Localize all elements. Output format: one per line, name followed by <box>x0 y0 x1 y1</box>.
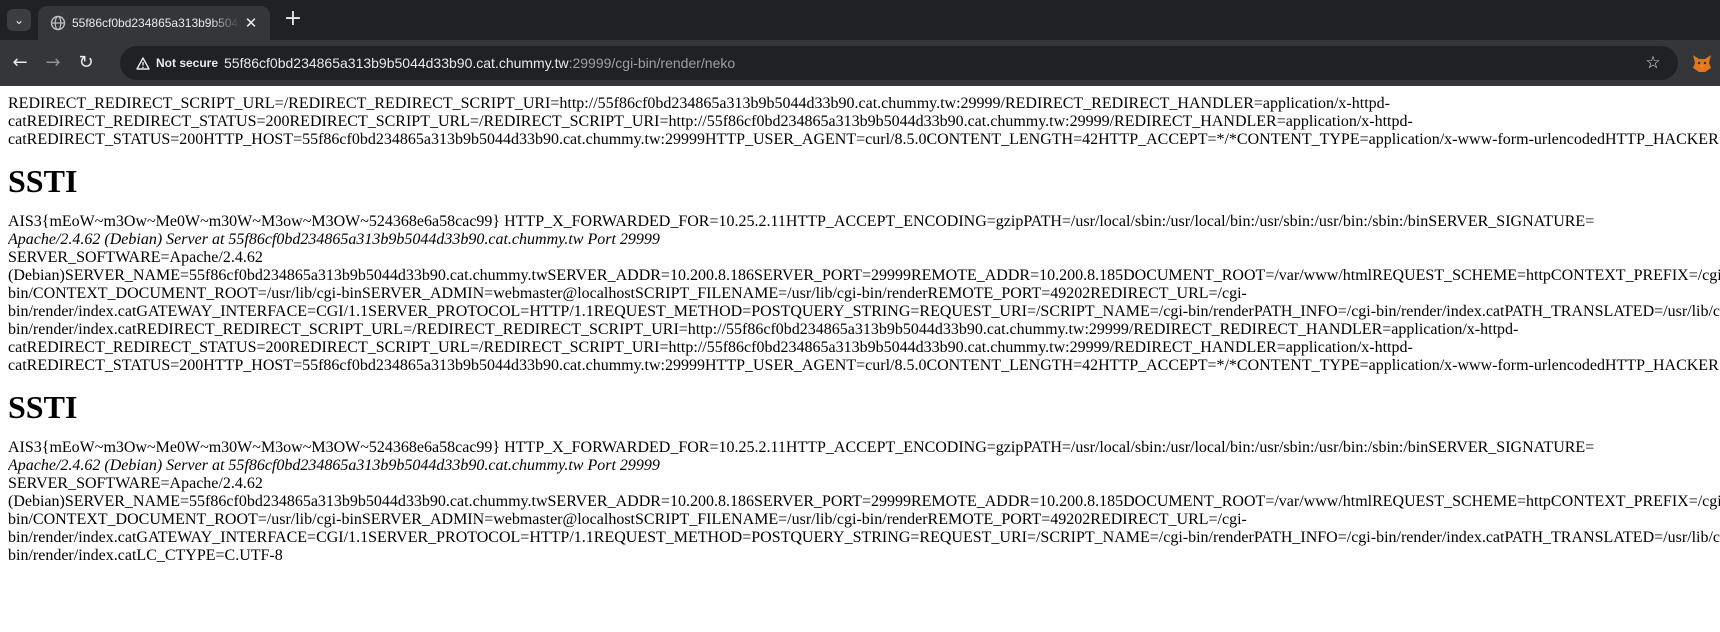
forward-arrow-icon[interactable]: → <box>41 51 65 75</box>
security-indicator[interactable]: Not secure <box>128 51 226 75</box>
text-line: bin/CONTEXT_DOCUMENT_ROOT=/usr/lib/cgi-b… <box>8 511 1247 528</box>
flag-line: AIS3{mEoW~m3Ow~Me0W~m30W~M3ow~M3OW~52436… <box>8 213 1595 230</box>
text-line: catREDIRECT_REDIRECT_STATUS=200REDIRECT_… <box>8 113 1413 130</box>
security-label: Not secure <box>156 56 219 70</box>
tab-strip: ⌄ 55f86cf0bd234865a313b9b5044d33b90.cat.… <box>0 0 1720 40</box>
navigation-toolbar: ← → ↻ Not secure 55f86cf0bd234865a313b9b… <box>0 40 1720 86</box>
text-line: bin/CONTEXT_DOCUMENT_ROOT=/usr/lib/cgi-b… <box>8 285 1247 302</box>
text-line: bin/render/index.catGATEWAY_INTERFACE=CG… <box>8 529 1720 546</box>
text-line: bin/render/index.catLC_CTYPE=C.UTF-8 <box>8 547 283 564</box>
fox-extension-icon[interactable] <box>1690 51 1714 75</box>
url-host: 55f86cf0bd234865a313b9b5044d33b90.cat.ch… <box>224 55 569 71</box>
text-line: (Debian)SERVER_NAME=55f86cf0bd234865a313… <box>8 493 1720 510</box>
page-content: REDIRECT_REDIRECT_SCRIPT_URL=/REDIRECT_R… <box>8 95 1720 632</box>
flag-line: AIS3{mEoW~m3Ow~Me0W~m30W~M3ow~M3OW~52436… <box>8 439 1595 456</box>
server-signature-line: Apache/2.4.62 (Debian) Server at 55f86cf… <box>8 231 660 248</box>
ssti-section: SSTI AIS3{mEoW~m3Ow~Me0W~m30W~M3ow~M3OW~… <box>8 161 1720 375</box>
star-icon[interactable]: ☆ <box>1642 52 1664 74</box>
active-tab[interactable]: 55f86cf0bd234865a313b9b5044d33b90.cat.ch… <box>38 6 270 40</box>
ssti-section: SSTI AIS3{mEoW~m3Ow~Me0W~m30W~M3ow~M3OW~… <box>8 387 1720 565</box>
intro-block: REDIRECT_REDIRECT_SCRIPT_URL=/REDIRECT_R… <box>8 95 1720 149</box>
warning-icon <box>136 56 150 70</box>
text-line: catREDIRECT_STATUS=200HTTP_HOST=55f86cf0… <box>8 357 1719 374</box>
text-line: catREDIRECT_STATUS=200HTTP_HOST=55f86cf0… <box>8 131 1719 148</box>
server-signature-line: Apache/2.4.62 (Debian) Server at 55f86cf… <box>8 457 660 474</box>
tab-title: 55f86cf0bd234865a313b9b5044d33b90.cat.ch… <box>72 16 240 30</box>
section-heading: SSTI <box>8 389 78 425</box>
text-line: bin/render/index.catREDIRECT_REDIRECT_SC… <box>8 321 1519 338</box>
close-icon[interactable]: ✕ <box>242 14 260 32</box>
reload-icon[interactable]: ↻ <box>74 51 98 75</box>
text-line: bin/render/index.catGATEWAY_INTERFACE=CG… <box>8 303 1720 320</box>
url-text[interactable]: 55f86cf0bd234865a313b9b5044d33b90.cat.ch… <box>224 55 735 71</box>
tab-search-icon[interactable]: ⌄ <box>7 9 31 31</box>
globe-icon <box>50 15 66 31</box>
text-line: (Debian)SERVER_NAME=55f86cf0bd234865a313… <box>8 267 1720 284</box>
text-line: catREDIRECT_REDIRECT_STATUS=200REDIRECT_… <box>8 339 1413 356</box>
address-bar[interactable]: Not secure 55f86cf0bd234865a313b9b5044d3… <box>120 46 1678 80</box>
section-heading: SSTI <box>8 163 78 199</box>
plus-icon[interactable]: + <box>282 8 304 30</box>
text-line: SERVER_SOFTWARE=Apache/2.4.62 <box>8 249 263 266</box>
back-arrow-icon[interactable]: ← <box>8 51 32 75</box>
url-path: :29999/cgi-bin/render/neko <box>568 55 736 71</box>
text-line: REDIRECT_REDIRECT_SCRIPT_URL=/REDIRECT_R… <box>8 95 1390 112</box>
text-line: SERVER_SOFTWARE=Apache/2.4.62 <box>8 475 263 492</box>
